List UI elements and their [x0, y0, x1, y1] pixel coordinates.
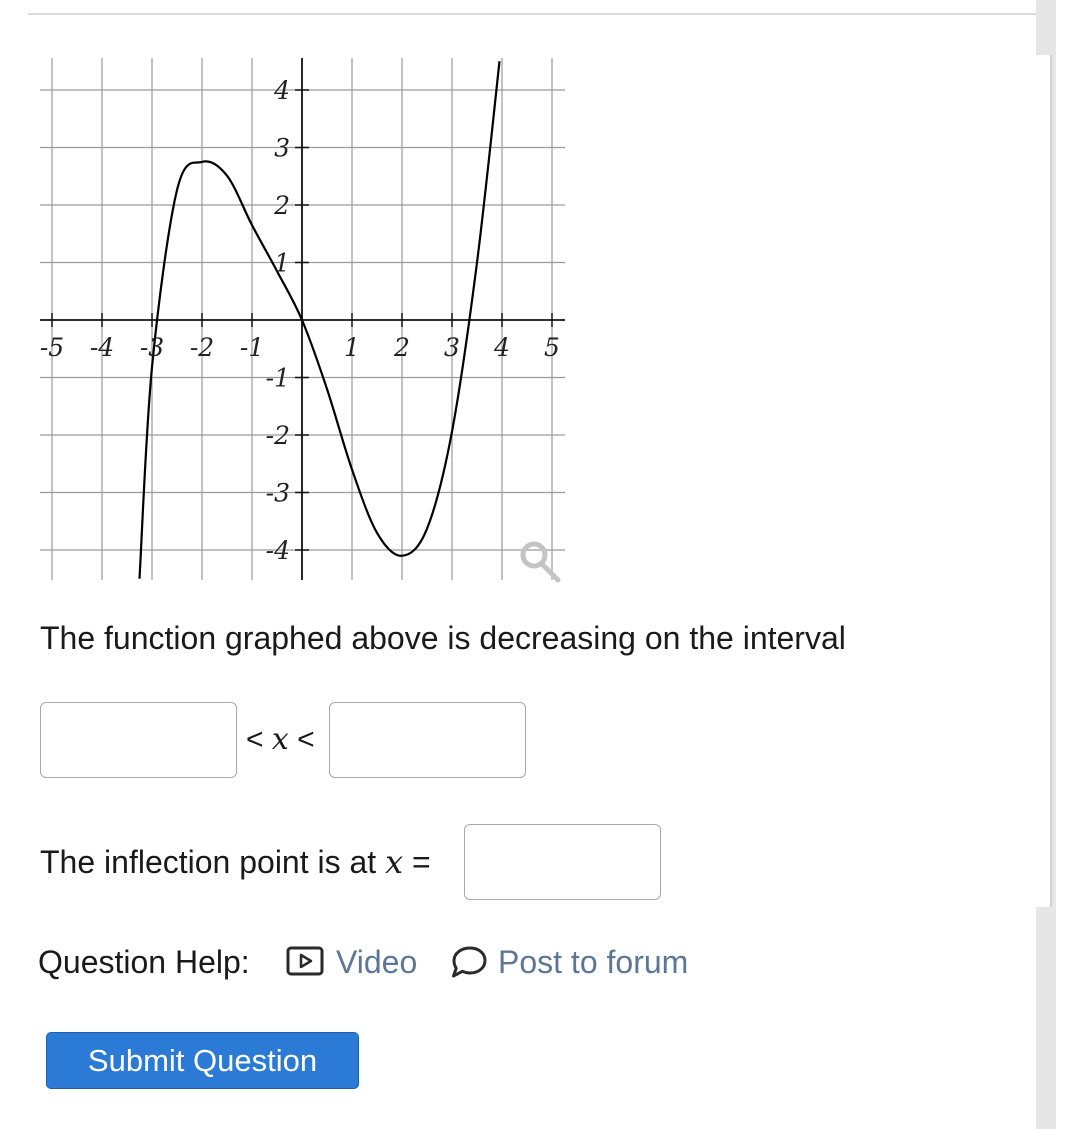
y-tick-label: -3 — [266, 479, 290, 508]
upper-bound-input[interactable] — [329, 702, 526, 778]
inflection-variable: x — [385, 843, 404, 881]
inflection-equals: = — [412, 844, 431, 880]
x-tick-label: 4 — [493, 333, 510, 362]
x-tick-label: 3 — [444, 333, 460, 362]
x-tick-label: 1 — [344, 333, 360, 362]
y-tick-label: -1 — [266, 364, 290, 393]
inequality-variable: x — [271, 722, 289, 757]
post-to-forum-link[interactable]: Post to forum — [498, 944, 688, 981]
x-tick-label: -2 — [190, 333, 214, 362]
x-tick-label: -3 — [140, 333, 164, 362]
inflection-text: The inflection point is at — [40, 844, 377, 880]
x-tick-label: 2 — [393, 333, 410, 362]
x-tick-label: -4 — [90, 333, 114, 362]
x-tick-label: -5 — [40, 333, 64, 362]
function-graph: -5 -4 -3 -2 -1 1 2 3 4 5 4 3 2 1 -1 -2 -3 -4 — [40, 58, 565, 583]
chat-bubble-icon[interactable] — [449, 945, 489, 979]
lower-bound-input[interactable] — [40, 702, 237, 778]
inflection-input[interactable] — [464, 824, 661, 900]
y-tick-label: -4 — [266, 536, 290, 565]
y-tick-label: 1 — [274, 249, 290, 278]
video-play-icon[interactable] — [286, 946, 326, 976]
y-tick-label: 4 — [273, 76, 290, 105]
scrollbar-edge — [1050, 55, 1052, 907]
y-tick-label: -2 — [266, 421, 290, 450]
y-tick-label: 3 — [274, 134, 290, 163]
question-help-label: Question Help: — [38, 944, 250, 980]
submit-question-button[interactable]: Submit Question — [46, 1032, 359, 1089]
top-divider — [28, 13, 1050, 15]
inequality-expression: < x < — [246, 722, 315, 757]
less-than-left: < — [246, 723, 264, 756]
video-link[interactable]: Video — [336, 944, 417, 981]
interval-question-text: The function graphed above is decreasing… — [40, 620, 846, 656]
x-tick-label: 5 — [544, 333, 560, 362]
inflection-question: The inflection point is at x = — [40, 843, 431, 881]
y-tick-label: 2 — [273, 191, 290, 220]
x-tick-label: -1 — [240, 333, 264, 362]
less-than-right: < — [297, 723, 315, 756]
